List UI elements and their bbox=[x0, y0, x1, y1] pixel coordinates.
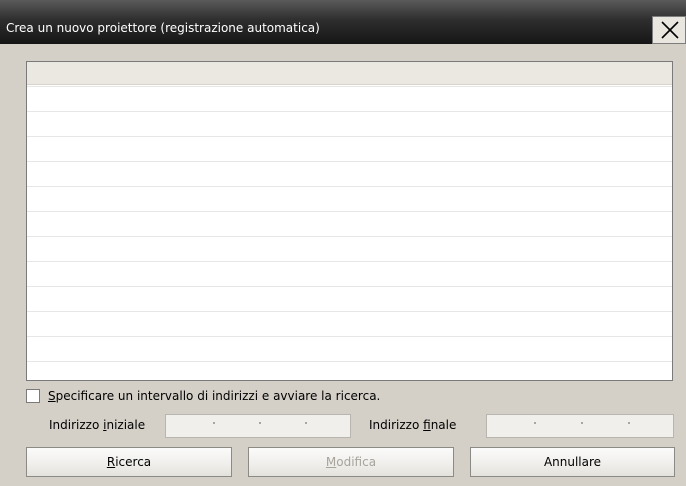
list-row[interactable] bbox=[27, 86, 672, 87]
list-row[interactable] bbox=[27, 286, 672, 287]
cancel-button[interactable]: Annullare bbox=[470, 447, 675, 477]
list-row[interactable] bbox=[27, 361, 672, 362]
list-row[interactable] bbox=[27, 261, 672, 262]
close-icon bbox=[661, 21, 679, 39]
list-row[interactable] bbox=[27, 136, 672, 137]
dialog-window: Crea un nuovo proiettore (registrazione … bbox=[0, 0, 686, 486]
window-title: Crea un nuovo proiettore (registrazione … bbox=[6, 21, 320, 35]
title-bar: Crea un nuovo proiettore (registrazione … bbox=[0, 0, 686, 44]
modify-button[interactable]: Modifica bbox=[248, 447, 454, 477]
address-range-checkbox-label[interactable]: Specificare un intervallo di indirizzi e… bbox=[48, 389, 380, 403]
end-address-label: Indirizzo finale bbox=[369, 418, 457, 432]
start-address-field[interactable] bbox=[165, 414, 351, 438]
address-range-checkbox[interactable] bbox=[26, 389, 40, 403]
list-header[interactable] bbox=[27, 62, 672, 85]
address-range-option[interactable]: Specificare un intervallo di indirizzi e… bbox=[26, 389, 426, 405]
list-row[interactable] bbox=[27, 336, 672, 337]
start-address-label: Indirizzo iniziale bbox=[49, 418, 146, 432]
search-button[interactable]: Ricerca bbox=[26, 447, 232, 477]
list-row[interactable] bbox=[27, 161, 672, 162]
list-row[interactable] bbox=[27, 236, 672, 237]
close-button[interactable] bbox=[652, 16, 686, 44]
end-address-field[interactable] bbox=[486, 414, 674, 438]
projector-list[interactable] bbox=[26, 61, 673, 381]
list-row[interactable] bbox=[27, 311, 672, 312]
list-row[interactable] bbox=[27, 111, 672, 112]
list-row[interactable] bbox=[27, 211, 672, 212]
list-row[interactable] bbox=[27, 186, 672, 187]
